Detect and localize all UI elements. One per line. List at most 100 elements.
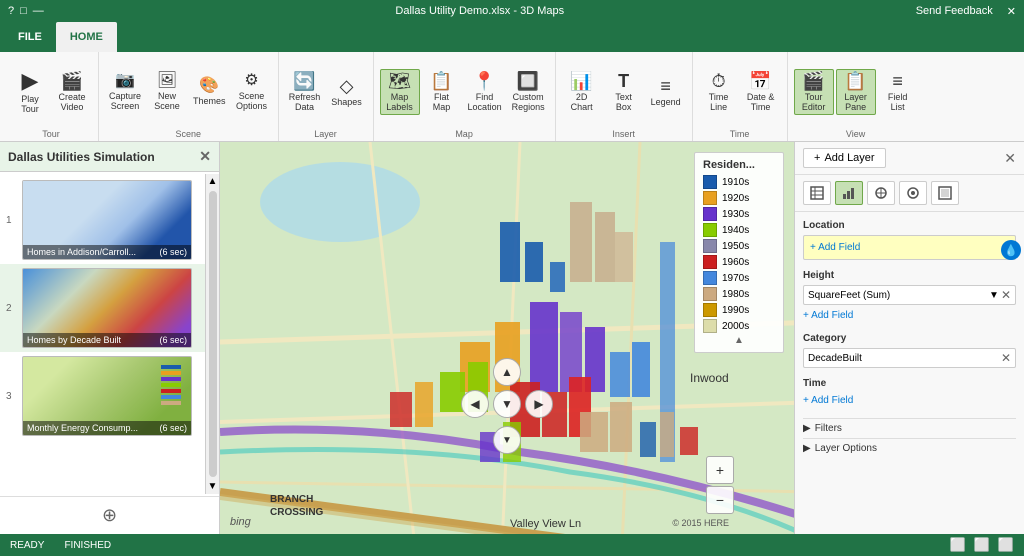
height-add-field-button[interactable]: + Add Field: [803, 308, 1016, 323]
scroll-thumb[interactable]: [209, 191, 217, 477]
create-video-button[interactable]: 🎬 CreateVideo: [52, 70, 92, 114]
new-scene-button[interactable]: 🖼 NewScene: [147, 71, 187, 113]
bing-logo: bing: [230, 516, 251, 528]
location-add-field-button[interactable]: + Add Field: [810, 240, 860, 255]
left-scroll[interactable]: ▲ ▼: [205, 174, 219, 494]
right-panel-body: Location + Add Field 💧 Height SquareFeet…: [795, 212, 1024, 534]
shapes-button[interactable]: ◇ Shapes: [327, 75, 367, 109]
main-area: Dallas Utilities Simulation ✕ 1 Homes in…: [0, 142, 1024, 534]
layer-options-section[interactable]: ▶ Layer Options: [803, 438, 1016, 458]
layer-icon-bar[interactable]: [835, 181, 863, 205]
time-add-field-button[interactable]: + Add Field: [803, 393, 1016, 408]
restore-icon[interactable]: □: [20, 5, 27, 17]
category-clear-button[interactable]: ✕: [1001, 351, 1011, 365]
nav-left-button[interactable]: ◀: [461, 390, 489, 418]
category-section: Category DecadeBuilt ✕: [803, 333, 1016, 368]
nav-center-button[interactable]: ▼: [493, 426, 521, 454]
legend-scroll-up[interactable]: ▲: [703, 335, 775, 346]
capture-screen-button[interactable]: 📷 CaptureScreen: [105, 71, 145, 113]
minimize-icon[interactable]: —: [33, 5, 44, 17]
status-icon-2[interactable]: ⬜: [974, 537, 990, 553]
new-scene-icon: 🖼: [157, 73, 177, 89]
legend-item-2000s: 2000s: [703, 319, 775, 333]
ribbon-group-layer: 🔄 RefreshData ◇ Shapes Layer: [279, 52, 374, 141]
left-panel-header: Dallas Utilities Simulation ✕: [0, 142, 219, 172]
window-close-icon[interactable]: ✕: [1007, 5, 1016, 18]
scene-item-3[interactable]: 3 Monthly Energy Consump... (6 s: [0, 352, 219, 440]
location-droplet-icon: 💧: [1001, 240, 1021, 260]
tab-home[interactable]: HOME: [56, 22, 117, 52]
legend-color-1990s: [703, 303, 717, 317]
time-line-button[interactable]: ⏱ TimeLine: [699, 70, 739, 114]
layer-icon-table[interactable]: [803, 181, 831, 205]
nav-up-button[interactable]: ▲: [493, 358, 521, 386]
legend-label-1980s: 1980s: [722, 289, 749, 300]
flat-map-button[interactable]: 📋 FlatMap: [422, 70, 462, 114]
right-panel-close-button[interactable]: ✕: [1004, 150, 1016, 167]
add-layer-button[interactable]: + Add Layer: [803, 148, 886, 168]
find-location-button[interactable]: 📍 FindLocation: [464, 70, 506, 114]
scene-item-2[interactable]: 2 Homes by Decade Built (6 sec): [0, 264, 219, 352]
scene-overlay-2: Homes by Decade Built (6 sec): [23, 333, 191, 347]
view-group-label: View: [846, 127, 865, 139]
add-layer-plus: +: [814, 152, 820, 164]
zoom-out-button[interactable]: −: [706, 486, 734, 514]
scene-options-button[interactable]: ⚙ SceneOptions: [232, 71, 272, 113]
legend-item-1970s: 1970s: [703, 271, 775, 285]
svg-text:BRANCH: BRANCH: [270, 494, 313, 505]
custom-regions-button[interactable]: 🔲 CustomRegions: [508, 70, 549, 114]
2d-chart-button[interactable]: 📊 2DChart: [562, 70, 602, 114]
legend-label-1990s: 1990s: [722, 305, 749, 316]
play-tour-button[interactable]: ▶ PlayTour: [10, 68, 50, 116]
layer-icon-region[interactable]: [867, 181, 895, 205]
refresh-data-button[interactable]: 🔄 RefreshData: [285, 70, 325, 114]
add-scene-button[interactable]: ⊕: [102, 505, 117, 526]
scene-items: 📷 CaptureScreen 🖼 NewScene 🎨 Themes ⚙ Sc…: [105, 56, 272, 127]
shapes-icon: ◇: [340, 77, 354, 95]
field-list-button[interactable]: ≡ FieldList: [878, 70, 918, 114]
tab-file[interactable]: FILE: [4, 22, 56, 52]
scene-label-1: Homes in Addison/Carroll...: [27, 247, 136, 257]
scroll-up-arrow[interactable]: ▲: [206, 174, 220, 189]
height-field-row: SquareFeet (Sum) ▼ ✕: [803, 285, 1016, 305]
legend-color-1920s: [703, 191, 717, 205]
scene-duration-3: (6 sec): [159, 423, 187, 433]
scene-item-1[interactable]: 1 Homes in Addison/Carroll... (6 sec): [0, 176, 219, 264]
themes-button[interactable]: 🎨 Themes: [189, 76, 230, 108]
zoom-in-button[interactable]: +: [706, 456, 734, 484]
ribbon-tabs: FILE HOME: [0, 22, 1024, 52]
nav-down-button[interactable]: ▼: [493, 390, 521, 418]
tour-editor-button[interactable]: 🎬 TourEditor: [794, 69, 834, 115]
ribbon-group-insert: 📊 2DChart T TextBox ≡ Legend Insert: [556, 52, 693, 141]
status-icon-1[interactable]: ⬜: [949, 537, 965, 553]
title-bar: ? □ — Dallas Utility Demo.xlsx - 3D Maps…: [0, 0, 1024, 22]
layer-group-label: Layer: [314, 127, 337, 139]
height-dropdown-icon[interactable]: ▼: [989, 290, 999, 301]
text-box-button[interactable]: T TextBox: [604, 70, 644, 114]
tour-editor-icon: 🎬: [802, 72, 824, 90]
filters-section[interactable]: ▶ Filters: [803, 418, 1016, 438]
view-items: 🎬 TourEditor 📋 LayerPane ≡ FieldList: [794, 56, 918, 127]
ribbon-group-tour: ▶ PlayTour 🎬 CreateVideo Tour: [4, 52, 99, 141]
nav-lr-row: ◀ ▼ ▶: [461, 390, 553, 418]
height-clear-button[interactable]: ✕: [1001, 288, 1011, 302]
nav-right-button[interactable]: ▶: [525, 390, 553, 418]
map-labels-button[interactable]: 🗺 MapLabels: [380, 69, 420, 115]
legend-label-1950s: 1950s: [722, 241, 749, 252]
legend-item-1950s: 1950s: [703, 239, 775, 253]
layer-icon-heatmap[interactable]: [931, 181, 959, 205]
send-feedback-link[interactable]: Send Feedback: [916, 5, 993, 17]
map-group-label: Map: [455, 127, 473, 139]
scene-thumb-1: Homes in Addison/Carroll... (6 sec): [22, 180, 192, 260]
scroll-down-arrow[interactable]: ▼: [206, 479, 220, 494]
ribbon: ▶ PlayTour 🎬 CreateVideo Tour 📷 CaptureS…: [0, 52, 1024, 142]
scene-label-2: Homes by Decade Built: [27, 335, 121, 345]
help-icon[interactable]: ?: [8, 5, 14, 17]
date-time-button[interactable]: 📅 Date &Time: [741, 70, 781, 114]
left-panel-close-button[interactable]: ✕: [199, 148, 211, 165]
height-label: Height: [803, 270, 1016, 281]
layer-pane-button[interactable]: 📋 LayerPane: [836, 69, 876, 115]
legend-button[interactable]: ≡ Legend: [646, 75, 686, 109]
layer-icon-bubble[interactable]: [899, 181, 927, 205]
status-icon-3[interactable]: ⬜: [998, 537, 1014, 553]
